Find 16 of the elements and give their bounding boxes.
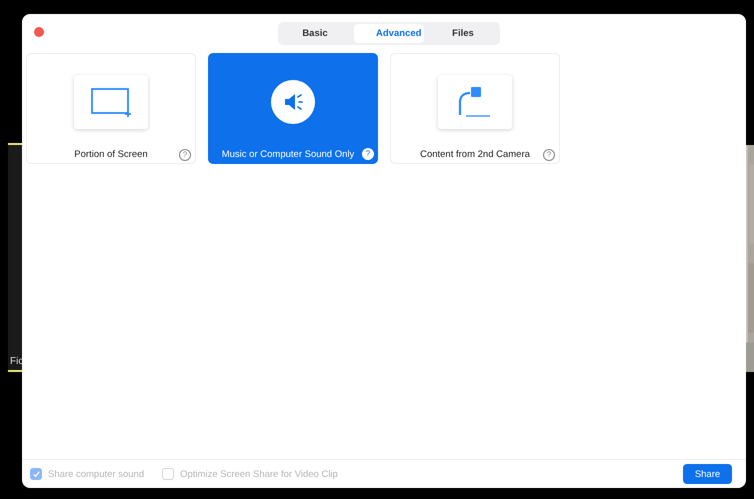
share-option-card[interactable]: Music or Computer Sound Only ? — [208, 53, 378, 164]
close-button[interactable] — [34, 27, 44, 37]
checkbox-label: Optimize Screen Share for Video Clip — [180, 468, 338, 480]
help-icon[interactable]: ? — [362, 148, 374, 160]
screen-region-icon — [90, 87, 132, 117]
speaker-icon — [271, 80, 315, 124]
help-icon[interactable]: ? — [179, 149, 191, 161]
document-camera-icon — [457, 86, 493, 118]
share-button[interactable]: Share — [683, 464, 732, 484]
tab[interactable]: Advanced — [354, 24, 424, 43]
tab[interactable]: Files — [428, 24, 498, 43]
share-option-card[interactable]: Portion of Screen ? — [26, 53, 196, 164]
checkbox-label: Share computer sound — [48, 468, 144, 480]
share-option-card[interactable]: Content from 2nd Camera ? — [390, 53, 560, 164]
help-icon[interactable]: ? — [543, 149, 555, 161]
tab[interactable]: Basic — [280, 24, 350, 43]
